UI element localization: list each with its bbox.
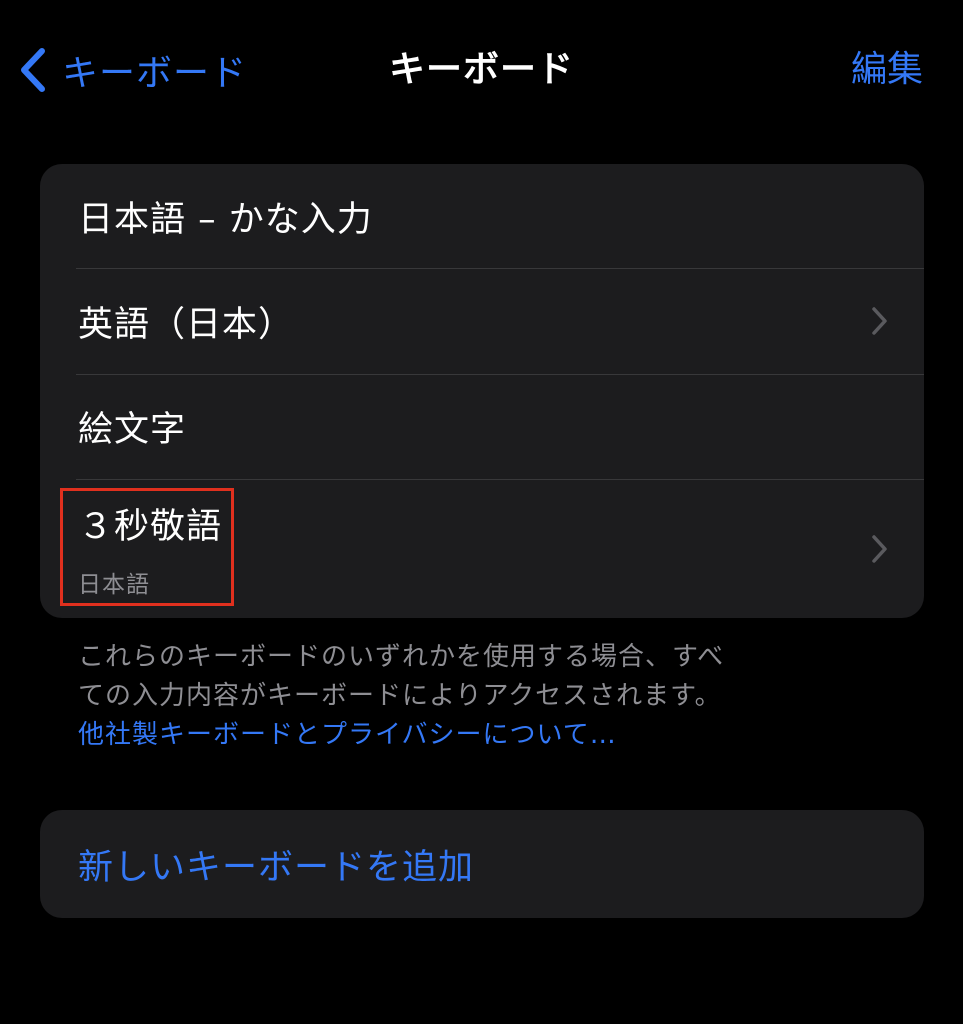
keyboard-row-label: 日本語 – かな入力: [78, 199, 373, 240]
navigation-bar: キーボード キーボード 編集: [0, 0, 963, 140]
keyboard-row-label: 絵文字: [78, 410, 187, 450]
keyboard-row-english-japan[interactable]: 英語（日本）: [40, 268, 924, 374]
footer-text-line-2: ての入力内容がキーボードによりアクセスされます。: [78, 681, 722, 711]
edit-button[interactable]: 編集: [851, 40, 923, 100]
chevron-right-icon: [870, 534, 888, 564]
keyboard-privacy-footer: これらのキーボードのいずれかを使用する場合、すべ ての入力内容がキーボードにより…: [78, 638, 798, 755]
page-title: キーボード: [388, 49, 574, 90]
highlight-annotation-box: [60, 488, 234, 606]
keyboard-row-emoji[interactable]: 絵文字: [40, 374, 924, 479]
add-keyboard-group: 新しいキーボードを追加: [40, 810, 924, 918]
privacy-link[interactable]: 他社製キーボードとプライバシーについて…: [78, 716, 798, 755]
footer-text-line-1: これらのキーボードのいずれかを使用する場合、すべ: [78, 642, 725, 672]
chevron-right-icon: [870, 306, 888, 336]
keyboard-row-label: 英語（日本）: [78, 304, 295, 345]
keyboard-row-japanese-kana[interactable]: 日本語 – かな入力: [40, 164, 924, 268]
add-new-keyboard-button[interactable]: 新しいキーボードを追加: [40, 810, 924, 918]
